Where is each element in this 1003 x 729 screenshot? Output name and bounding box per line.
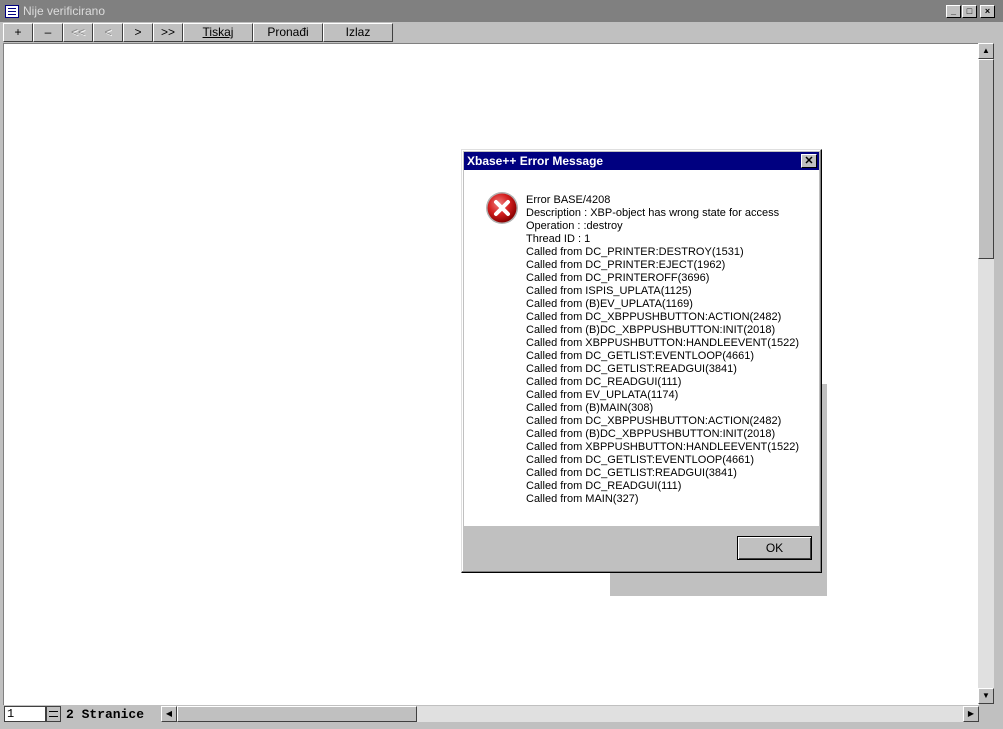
status-bar: 1 2 Stranice ◀ ▶ — [0, 705, 1003, 729]
zoom-in-button[interactable]: + — [3, 23, 33, 42]
dialog-title-bar: Xbase++ Error Message ✕ — [464, 152, 819, 170]
close-button[interactable]: × — [980, 5, 995, 18]
error-message-line: Called from (B)DC_XBPPUSHBUTTON:INIT(201… — [526, 428, 776, 440]
error-message-line: Called from DC_XBPPUSHBUTTON:ACTION(2482… — [526, 415, 782, 427]
scroll-left-icon[interactable]: ◀ — [161, 706, 177, 722]
exit-button[interactable]: Izlaz — [323, 23, 393, 42]
title-bar: Nije verificirano _ □ × — [0, 0, 1003, 22]
error-message-line: Called from DC_GETLIST:READGUI(3841) — [526, 363, 737, 375]
error-message-line: Called from (B)EV_UPLATA(1169) — [526, 298, 693, 310]
error-message-line: Operation : :destroy — [526, 220, 623, 232]
error-message-line: Called from (B)MAIN(308) — [526, 402, 654, 414]
error-message-line: Called from DC_PRINTEROFF(3696) — [526, 272, 710, 284]
dialog-body: Error BASE/4208 Description : XBP-object … — [464, 170, 819, 526]
vertical-scrollbar[interactable]: ▲ ▼ — [978, 43, 994, 704]
page-count-label: 2 Stranice — [66, 707, 145, 722]
page-spinner[interactable] — [46, 706, 61, 722]
error-message-line: Called from MAIN(327) — [526, 493, 639, 505]
first-page-button[interactable]: << — [63, 23, 93, 42]
scroll-right-icon[interactable]: ▶ — [963, 706, 979, 722]
error-message-line: Called from DC_READGUI(111) — [526, 480, 682, 492]
error-message-text: Error BASE/4208 Description : XBP-object … — [526, 194, 816, 506]
maximize-button[interactable]: □ — [962, 5, 977, 18]
previous-page-button[interactable]: < — [93, 23, 123, 42]
dialog-close-button[interactable]: ✕ — [801, 154, 817, 168]
error-message-line: Description : XBP-object has wrong state… — [526, 207, 780, 219]
error-message-line: Called from DC_XBPPUSHBUTTON:ACTION(2482… — [526, 311, 782, 323]
error-message-line: Error BASE/4208 — [526, 194, 611, 206]
error-message-line: Called from DC_PRINTER:EJECT(1962) — [526, 259, 726, 271]
error-message-line: Called from DC_READGUI(111) — [526, 376, 682, 388]
window-title: Nije verificirano — [23, 4, 106, 18]
app-icon[interactable] — [5, 5, 19, 18]
error-message-line: Called from DC_GETLIST:EVENTLOOP(4661) — [526, 350, 755, 362]
zoom-out-button[interactable]: – — [33, 23, 63, 42]
error-message-line: Called from DC_PRINTER:DESTROY(1531) — [526, 246, 744, 258]
horizontal-scroll-thumb[interactable] — [177, 706, 417, 722]
find-button[interactable]: Pronađi — [253, 23, 323, 42]
vertical-scroll-thumb[interactable] — [978, 59, 994, 259]
error-message-line: Called from DC_GETLIST:EVENTLOOP(4661) — [526, 454, 755, 466]
error-message-line: Called from (B)DC_XBPPUSHBUTTON:INIT(201… — [526, 324, 776, 336]
error-icon — [486, 192, 518, 224]
ok-button[interactable]: OK — [737, 536, 812, 560]
minimize-button[interactable]: _ — [946, 5, 961, 18]
error-dialog: Xbase++ Error Message ✕ Error BASE/4208 D… — [461, 149, 822, 573]
scroll-down-icon[interactable]: ▼ — [978, 688, 994, 704]
next-page-button[interactable]: > — [123, 23, 153, 42]
dialog-title: Xbase++ Error Message — [467, 154, 604, 168]
error-message-line: Called from EV_UPLATA(1174) — [526, 389, 679, 401]
error-message-line: Called from XBPPUSHBUTTON:HANDLEEVENT(15… — [526, 441, 800, 453]
horizontal-scrollbar[interactable]: ◀ ▶ — [161, 706, 979, 722]
error-message-line: Called from XBPPUSHBUTTON:HANDLEEVENT(15… — [526, 337, 800, 349]
last-page-button[interactable]: >> — [153, 23, 183, 42]
error-message-line: Called from DC_GETLIST:READGUI(3841) — [526, 467, 737, 479]
error-message-line: Called from ISPIS_UPLATA(1125) — [526, 285, 692, 297]
error-message-line: Thread ID : 1 — [526, 233, 591, 245]
scroll-up-icon[interactable]: ▲ — [978, 43, 994, 59]
toolbar: + – << < > >> Tiskaj Pronađi Izlaz — [0, 23, 1003, 43]
print-button[interactable]: Tiskaj — [183, 23, 253, 42]
page-number-input[interactable]: 1 — [4, 706, 46, 722]
